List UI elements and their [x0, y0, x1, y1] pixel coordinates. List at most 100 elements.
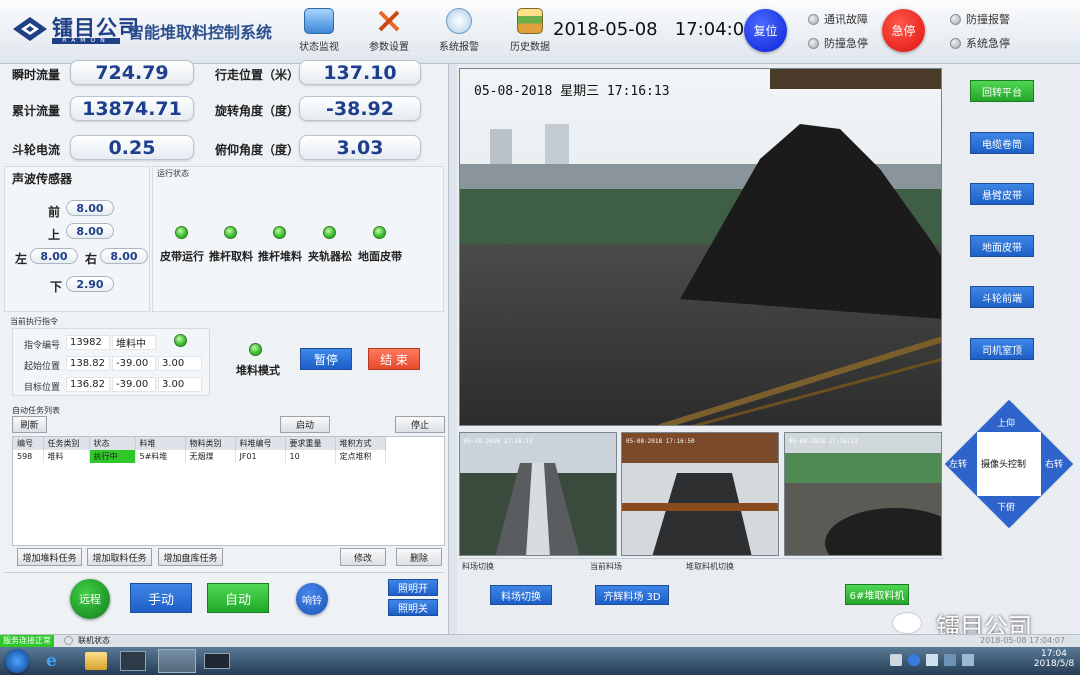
cam-btn-ground-belt[interactable]: 地面皮带 — [970, 235, 1034, 257]
nav-status-monitor[interactable]: 状态监视 — [289, 6, 349, 58]
run-status-section — [152, 166, 444, 312]
reset-button[interactable]: 复位 — [744, 9, 787, 52]
table-row[interactable]: 598 堆料 执行中 5#料堆 无烟煤 JF01 10 定点堆积 — [13, 450, 386, 463]
table-cell: 堆料 — [43, 450, 90, 463]
end-button[interactable]: 结 束 — [368, 348, 420, 370]
column-header[interactable]: 编号 — [13, 437, 44, 450]
cam-btn-slewing-platform[interactable]: 回转平台 — [970, 80, 1034, 102]
light-off-button[interactable]: 照明关 — [388, 599, 438, 616]
nav-system-alarm[interactable]: 系统报警 — [429, 6, 489, 58]
app-header: 镭目公司 RAMON 智能堆取料控制系统 状态监视 参数设置 系统报警 历史数据… — [0, 0, 1080, 64]
column-header[interactable]: 料堆编号 — [235, 437, 286, 450]
status-bar: 服务连接正常 联机状态 2018-05-08 17:04:07 — [0, 634, 1080, 647]
windows-taskbar: e 17:04 2018/5/8 — [0, 647, 1080, 675]
refresh-button[interactable]: 刷新 — [12, 416, 47, 433]
light-on-button[interactable]: 照明开 — [388, 579, 438, 596]
camera-view-2[interactable]: 05-08-2018 17:16:50 — [621, 432, 779, 556]
machine-select-button[interactable]: 6#堆取料机 — [845, 584, 909, 605]
taskbar-clock[interactable]: 17:04 2018/5/8 — [1032, 649, 1076, 669]
start-pos-travel: 138.82 — [66, 356, 110, 371]
main-camera-view[interactable]: 05-08-2018 星期三 17:16:13 — [459, 68, 942, 426]
camera-scene-image: 05-08-2018 17:16:50 — [622, 433, 778, 555]
nav-label: 参数设置 — [369, 42, 409, 53]
cam-btn-cab-roof[interactable]: 司机室顶 — [970, 338, 1034, 360]
sonar-down-label: 下 — [50, 280, 63, 294]
measure-label: 旋转角度（度） — [215, 104, 300, 118]
cumulative-flow-value: 13874.71 — [70, 96, 194, 121]
column-header[interactable]: 料堆 — [135, 437, 186, 450]
column-header[interactable]: 物料类别 — [185, 437, 236, 450]
camera-osd-timestamp: 05-08-2018 星期三 17:16:13 — [474, 84, 670, 99]
horn-button[interactable]: 响铃 — [296, 583, 328, 615]
status-light-icon — [950, 37, 961, 49]
terminal-icon[interactable] — [204, 653, 230, 669]
cam-btn-cable-reel[interactable]: 电缆卷筒 — [970, 132, 1034, 154]
add-stack-task-button[interactable]: 增加堆料任务 — [17, 548, 82, 566]
emergency-stop-button[interactable]: 急停 — [882, 9, 925, 52]
ptz-right-label[interactable]: 右转 — [1045, 457, 1063, 470]
folder-icon[interactable] — [85, 652, 107, 670]
status-cell: 执行中 — [89, 450, 136, 463]
start-menu-icon[interactable] — [5, 649, 29, 673]
indicator-comm-fault: 通讯故障 — [808, 11, 868, 27]
network-icon[interactable] — [944, 654, 956, 666]
add-inventory-task-button[interactable]: 增加盘库任务 — [158, 548, 223, 566]
help-icon[interactable] — [908, 654, 920, 666]
task-table-grid: 编号 任务类别 状态 料堆 物料类别 料堆编号 要求重量 堆积方式 598 堆料… — [13, 437, 386, 463]
column-header[interactable]: 要求重量 — [285, 437, 336, 450]
nav-label: 历史数据 — [510, 42, 550, 53]
yard-switch-label: 料场切换 — [462, 562, 494, 571]
indicator-collision-stop: 防撞急停 — [808, 35, 868, 51]
ptz-left-label[interactable]: 左转 — [949, 457, 967, 470]
cam-btn-boom-belt[interactable]: 悬臂皮带 — [970, 183, 1034, 205]
taskbar-active-app-icon[interactable] — [158, 649, 196, 673]
column-header[interactable]: 状态 — [89, 437, 136, 450]
remote-mode-button[interactable]: 远程 — [70, 579, 110, 619]
status-light-icon — [224, 226, 237, 239]
yard-switch-button[interactable]: 料场切换 — [490, 585, 552, 605]
camera-scene-image: 05-08-2018 星期三 17:16:13 — [460, 69, 941, 425]
nav-history-data[interactable]: 历史数据 — [500, 6, 560, 58]
camera-view-3[interactable]: 05-08-2018 17:16:13 — [784, 432, 942, 556]
camera-view-1[interactable]: 05-08-2018 17:16:13 — [459, 432, 617, 556]
table-cell: 10 — [285, 450, 336, 463]
status-light-icon — [808, 13, 819, 25]
nav-label: 状态监视 — [299, 42, 339, 53]
indicator-label: 防撞报警 — [966, 13, 1010, 26]
tray-icon[interactable] — [926, 654, 938, 666]
cmd-no-label: 指令编号 — [24, 341, 61, 351]
sonar-right-label: 右 — [85, 252, 98, 266]
column-header[interactable]: 任务类别 — [43, 437, 90, 450]
task-stop-button[interactable]: 停止 — [395, 416, 445, 433]
browser-icon[interactable]: e — [46, 651, 68, 671]
rotation-angle-value: -38.92 — [299, 96, 421, 121]
ptz-down-label[interactable]: 下俯 — [997, 500, 1015, 513]
nav-parameter-settings[interactable]: 参数设置 — [359, 6, 419, 58]
current-yard-button[interactable]: 齐辉料场 3D — [595, 585, 669, 605]
clock-time: 17:04 — [1041, 649, 1067, 659]
divider — [459, 558, 944, 559]
tray-icon[interactable] — [890, 654, 902, 666]
ptz-up-label[interactable]: 上仰 — [997, 416, 1015, 429]
task-start-button[interactable]: 启动 — [280, 416, 330, 433]
manual-mode-button[interactable]: 手动 — [130, 583, 192, 613]
auto-mode-button[interactable]: 自动 — [207, 583, 269, 613]
cmd-no-value: 13982 — [66, 335, 110, 350]
modify-button[interactable]: 修改 — [340, 548, 386, 566]
machine-switch-label: 堆取料机切换 — [686, 562, 734, 571]
nav-label: 系统报警 — [439, 42, 479, 53]
volume-icon[interactable] — [962, 654, 974, 666]
panel-splitter[interactable] — [449, 64, 457, 634]
task-table-header: 编号 任务类别 状态 料堆 物料类别 料堆编号 要求重量 堆积方式 — [13, 437, 386, 450]
column-header[interactable]: 堆积方式 — [335, 437, 386, 450]
taskbar-app-icon[interactable] — [120, 651, 146, 671]
link-status-icon — [64, 636, 73, 645]
cam-btn-bucket-front[interactable]: 斗轮前端 — [970, 286, 1034, 308]
run-status-label: 夹轨器松 — [308, 250, 352, 263]
monitor-icon — [304, 8, 334, 34]
pause-button[interactable]: 暂停 — [300, 348, 352, 370]
delete-button[interactable]: 删除 — [396, 548, 442, 566]
measure-label: 瞬时流量 — [12, 68, 61, 82]
online-status-label: 联机状态 — [78, 636, 110, 645]
add-reclaim-task-button[interactable]: 增加取料任务 — [87, 548, 152, 566]
